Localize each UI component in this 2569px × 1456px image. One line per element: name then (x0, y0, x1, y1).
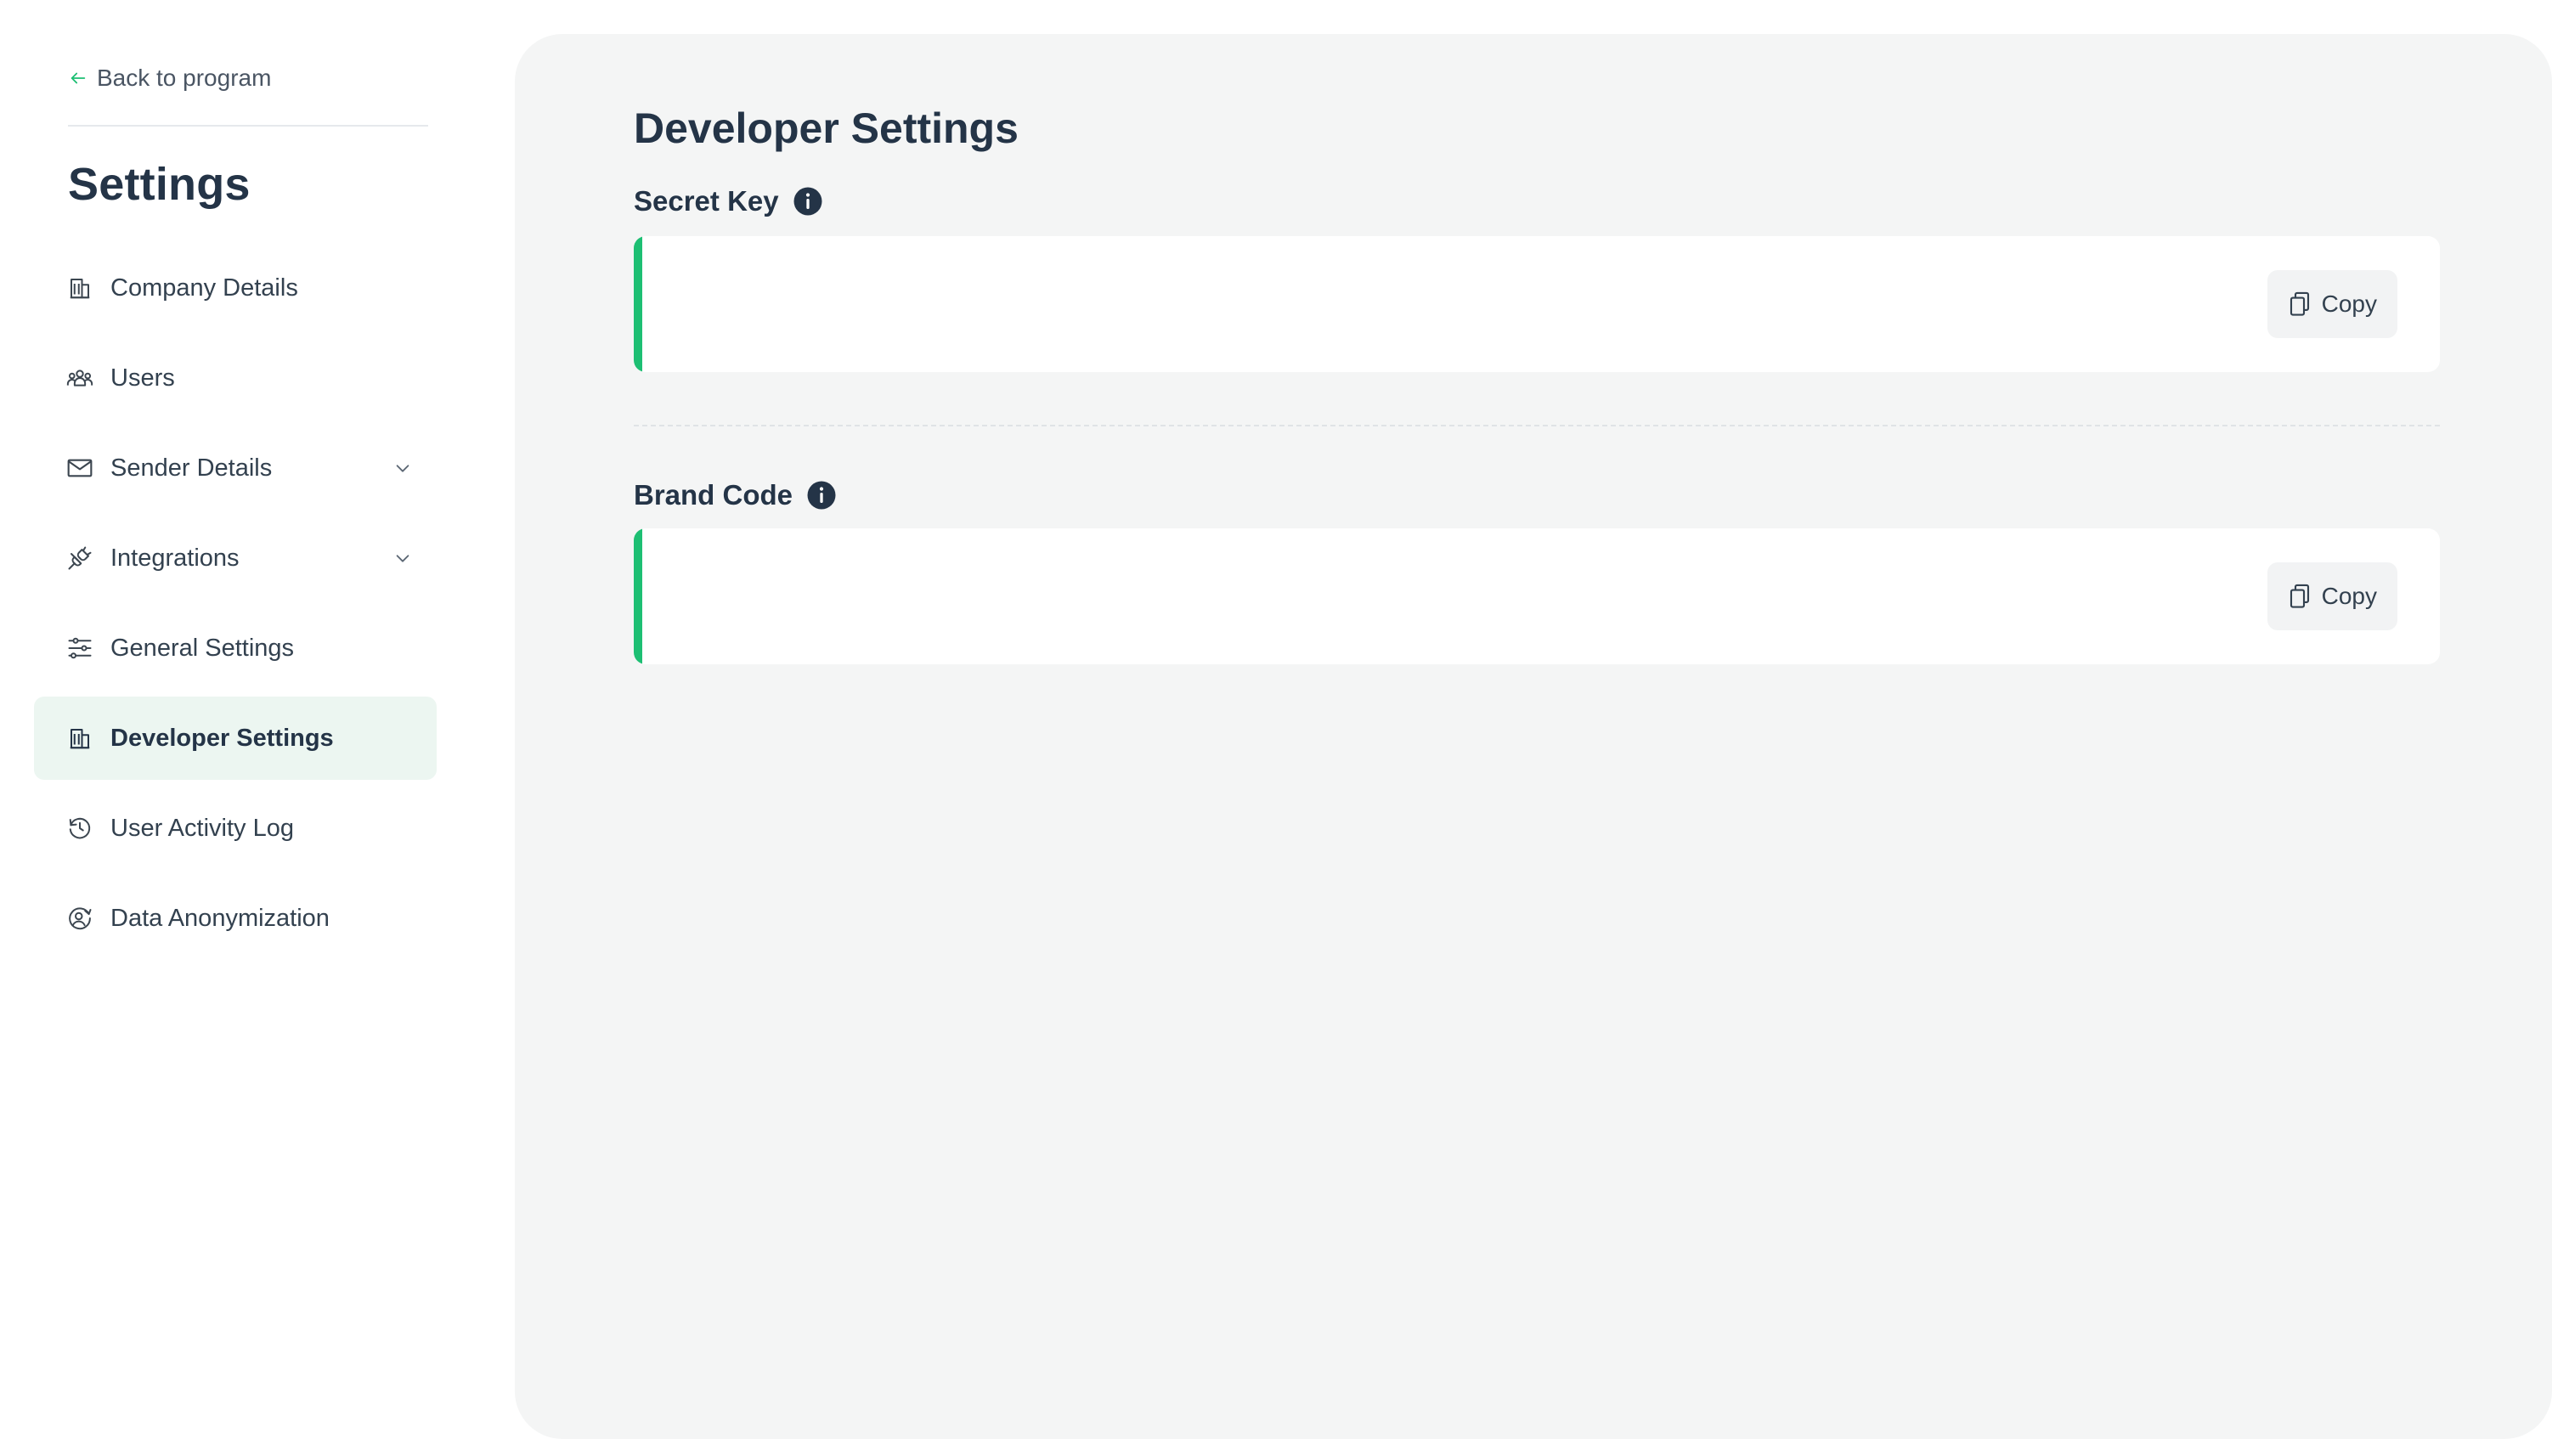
user-shield-icon (65, 903, 95, 934)
building-icon (65, 723, 95, 753)
sidebar-item-label: User Activity Log (110, 814, 294, 842)
copy-brand-code-button[interactable]: Copy (2267, 562, 2397, 630)
card-accent-bar (634, 528, 642, 664)
back-to-program-label: Back to program (97, 65, 272, 91)
card-accent-bar (634, 236, 642, 372)
copy-icon (2288, 583, 2312, 610)
sidebar-item-sender-details[interactable]: Sender Details (34, 426, 437, 510)
info-icon[interactable] (806, 480, 837, 511)
sidebar-item-integrations[interactable]: Integrations (34, 516, 437, 600)
brand-code-card: Copy (634, 528, 2440, 664)
sliders-icon (65, 633, 95, 663)
copy-button-label: Copy (2321, 583, 2377, 609)
section-divider (634, 425, 2440, 426)
sidebar-item-label: Data Anonymization (110, 904, 330, 932)
chevron-down-icon[interactable] (392, 548, 413, 568)
secret-key-section-header: Secret Key (634, 185, 823, 217)
sidebar-item-label: Integrations (110, 544, 240, 572)
sidebar-title: Settings (68, 159, 251, 210)
sidebar-item-label: Company Details (110, 274, 298, 302)
sidebar-item-data-anonymization[interactable]: Data Anonymization (34, 877, 437, 960)
back-to-program-link[interactable]: Back to program (68, 61, 271, 95)
settings-nav: Company Details Users Sender Details Int… (34, 246, 437, 967)
copy-button-label: Copy (2321, 291, 2377, 317)
sidebar-item-general-settings[interactable]: General Settings (34, 607, 437, 690)
brand-code-label: Brand Code (634, 479, 793, 511)
secret-key-label: Secret Key (634, 185, 779, 217)
info-icon[interactable] (793, 186, 823, 217)
chevron-down-icon[interactable] (392, 458, 413, 478)
plug-icon (65, 543, 95, 573)
sidebar-item-company-details[interactable]: Company Details (34, 246, 437, 330)
copy-icon (2288, 291, 2312, 318)
settings-sidebar: Back to program Settings Company Details (0, 0, 501, 1456)
secret-key-card: Copy (634, 236, 2440, 372)
arrow-left-icon (68, 68, 88, 88)
envelope-icon (65, 453, 95, 483)
copy-secret-key-button[interactable]: Copy (2267, 270, 2397, 338)
history-icon (65, 813, 95, 844)
sidebar-item-users[interactable]: Users (34, 336, 437, 420)
sidebar-divider (68, 125, 428, 127)
sidebar-item-user-activity-log[interactable]: User Activity Log (34, 787, 437, 870)
sidebar-item-label: General Settings (110, 634, 295, 662)
building-icon (65, 273, 95, 303)
sidebar-item-label: Sender Details (110, 454, 273, 482)
page-title: Developer Settings (634, 104, 1019, 152)
developer-settings-panel: Developer Settings Secret Key Copy Brand… (515, 34, 2552, 1439)
sidebar-item-label: Developer Settings (110, 724, 334, 752)
sidebar-item-label: Users (110, 364, 175, 392)
users-icon (65, 363, 95, 393)
sidebar-item-developer-settings[interactable]: Developer Settings (34, 697, 437, 780)
brand-code-section-header: Brand Code (634, 479, 837, 511)
